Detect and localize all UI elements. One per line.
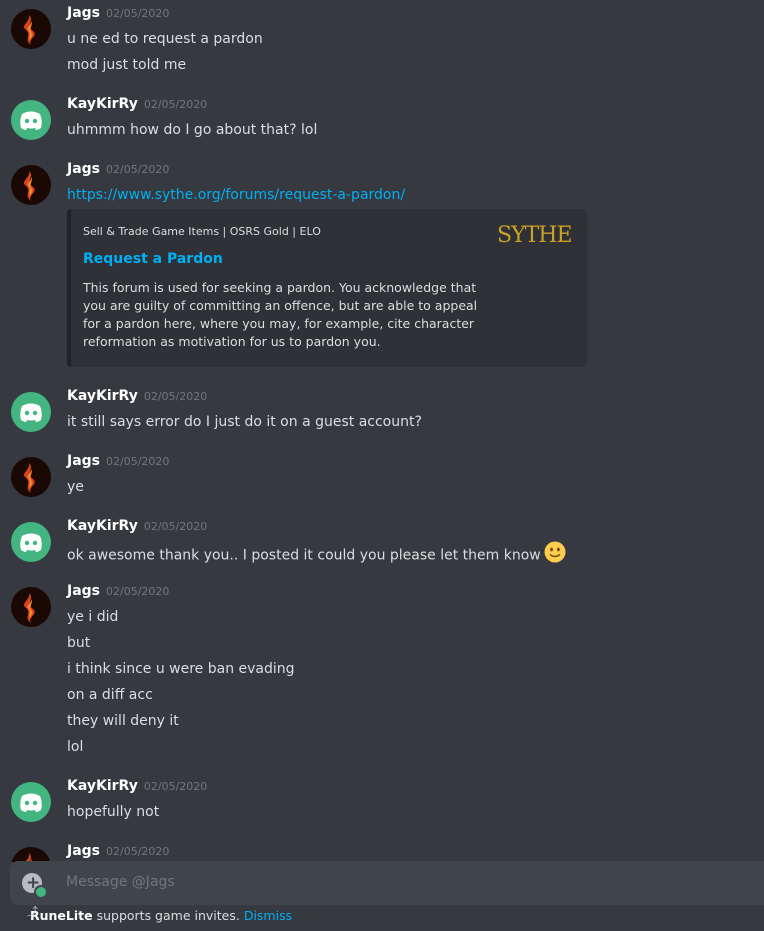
embed-title-link[interactable]: Request a Pardon <box>83 251 223 267</box>
message-timestamp: 02/05/2020 <box>106 455 170 468</box>
avatar-jags[interactable] <box>11 457 51 497</box>
link-embed: Sell & Trade Game Items | OSRS Gold | EL… <box>67 209 587 367</box>
avatar-kaykirry[interactable] <box>11 392 51 432</box>
embed-thumbnail-sythe-logo[interactable]: SYTHE <box>497 223 573 248</box>
message-timestamp: 02/05/2020 <box>106 7 170 20</box>
message-text: mod just told me <box>67 57 187 73</box>
message-text: on a diff acc <box>67 687 153 703</box>
slightly-smiling-face-icon[interactable] <box>544 541 566 567</box>
message-link[interactable]: https://www.sythe.org/forums/request-a-p… <box>67 187 405 203</box>
message-author[interactable]: Jags 02/05/2020 <box>67 5 169 21</box>
message-text: ye <box>67 479 84 495</box>
runelite-notice: ⤴ RuneLite supports game invites. Dismis… <box>27 905 292 923</box>
message-timestamp: 02/05/2020 <box>143 520 208 533</box>
avatar-jags[interactable] <box>11 165 51 205</box>
message-timestamp: 02/05/2020 <box>106 585 170 598</box>
dismiss-link[interactable]: Dismiss <box>244 908 292 923</box>
embed-provider: Sell & Trade Game Items | OSRS Gold | EL… <box>83 225 321 238</box>
message-text: lol <box>67 739 84 755</box>
upload-plus-icon[interactable]: + <box>22 873 48 899</box>
avatar-jags[interactable] <box>11 847 51 862</box>
message-text: u ne ed to request a pardon <box>67 31 263 47</box>
message-author[interactable]: KayKirRy 02/05/2020 <box>67 388 207 404</box>
message-text: i think since u were ban evading <box>67 661 295 677</box>
message-text: but <box>67 635 91 651</box>
embed-description: This forum is used for seeking a pardon.… <box>83 280 478 349</box>
message-author[interactable]: KayKirRy 02/05/2020 <box>67 518 207 534</box>
message-text: they will deny it <box>67 713 179 729</box>
avatar-jags[interactable] <box>11 587 51 627</box>
corner-arrow-icon: ⤴ <box>27 905 38 918</box>
avatar-kaykirry[interactable] <box>11 100 51 140</box>
message-author[interactable]: Jags 02/05/2020 <box>67 453 169 469</box>
message-text: ye i did <box>67 609 119 625</box>
notice-brand: RuneLite <box>30 908 93 923</box>
avatar-kaykirry[interactable] <box>11 782 51 822</box>
message-text: ok awesome thank you.. I posted it could… <box>67 541 566 567</box>
message-author[interactable]: Jags 02/05/2020 <box>67 161 169 177</box>
notice-text: supports game invites. <box>92 908 244 923</box>
message-timestamp: 02/05/2020 <box>143 98 208 111</box>
message-timestamp: 02/05/2020 <box>143 390 208 403</box>
avatar-kaykirry[interactable] <box>11 522 51 562</box>
message-text: it still says error do I just do it on a… <box>67 414 422 430</box>
message-author[interactable]: Jags 02/05/2020 <box>67 843 169 859</box>
message-text: hopefully not <box>67 804 160 820</box>
message-author[interactable]: KayKirRy 02/05/2020 <box>67 96 207 112</box>
message-text: uhmmm how do I go about that? lol <box>67 122 318 138</box>
game-invite-badge-icon <box>34 885 48 899</box>
message-composer: + Message @Jags <box>10 861 764 905</box>
message-timestamp: 02/05/2020 <box>106 845 170 858</box>
avatar-jags[interactable] <box>11 9 51 49</box>
message-input[interactable]: Message @Jags <box>66 874 175 890</box>
message-author[interactable]: KayKirRy 02/05/2020 <box>67 778 207 794</box>
message-timestamp: 02/05/2020 <box>143 780 208 793</box>
message-list: Jags 02/05/2020 u ne ed to request a pard… <box>0 0 764 862</box>
message-timestamp: 02/05/2020 <box>106 163 170 176</box>
message-author[interactable]: Jags 02/05/2020 <box>67 583 169 599</box>
